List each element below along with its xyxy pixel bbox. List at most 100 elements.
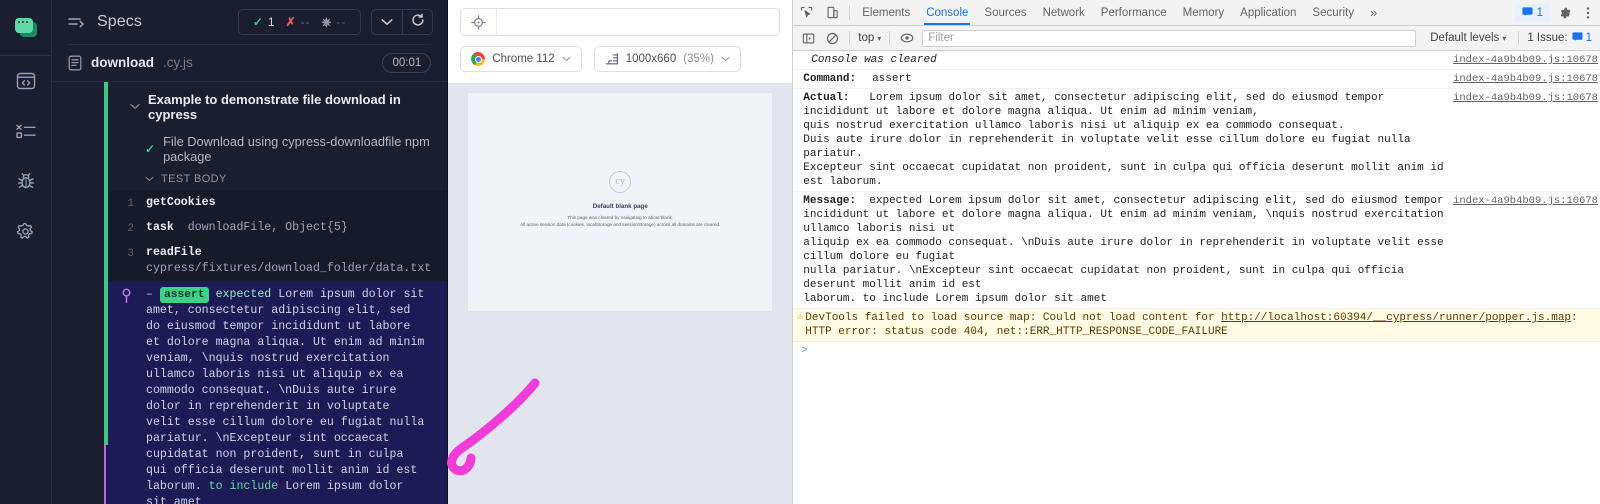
blank-page-line1: This page was cleared by navigating to a…	[567, 214, 674, 220]
chevron-down-icon	[130, 103, 140, 110]
clear-console-icon[interactable]	[821, 27, 843, 49]
tab-performance[interactable]: Performance	[1093, 0, 1175, 25]
console-cleared-text: Console was cleared	[811, 54, 937, 66]
warning-url[interactable]: http://localhost:60394/__cypress/runner/…	[1221, 312, 1571, 324]
console-row-actual[interactable]: Actual: Lorem ipsum dolor sit amet, cons…	[793, 89, 1600, 192]
chevron-down-icon	[381, 13, 393, 31]
spec-duration: 00:01	[382, 52, 432, 73]
command-number: 2	[127, 222, 134, 235]
cypress-logo[interactable]	[0, 0, 51, 56]
restart-button[interactable]	[402, 10, 432, 34]
device-toolbar-icon[interactable]	[819, 0, 845, 25]
app-under-test-panel: Chrome 112 1000x660 (35%) cy Default bla…	[447, 0, 793, 504]
console-sidebar-toggle-icon[interactable]	[797, 27, 819, 49]
cypress-runner: Specs ✓ 1 ✗ -- ⎈ -- download .cy.js 00:0…	[0, 0, 448, 504]
devtools-tabbar: Elements Console Sources Network Perform…	[793, 0, 1600, 26]
refresh-icon	[411, 12, 425, 32]
aut-url-bar-wrap	[448, 0, 793, 36]
tab-sources[interactable]: Sources	[976, 0, 1034, 25]
chevron-down-icon	[145, 176, 154, 182]
aut-iframe: cy Default blank page This page was clea…	[468, 93, 773, 311]
console-source-link[interactable]: index-4a9b4b09.js:10678	[1453, 91, 1600, 105]
sidebar-item-settings[interactable]	[0, 206, 52, 256]
command-name: readFile	[146, 245, 202, 259]
console-row-text: assert	[872, 73, 912, 85]
tab-security[interactable]: Security	[1304, 0, 1362, 25]
collapse-button[interactable]	[372, 10, 402, 34]
tab-application[interactable]: Application	[1232, 0, 1304, 25]
devtools-settings-button[interactable]	[1552, 0, 1576, 25]
gear-icon	[16, 222, 35, 241]
command-row[interactable]: 2 task downloadFile, Object{5}	[104, 215, 448, 241]
command-number: 1	[127, 197, 134, 210]
check-icon: ✓	[145, 141, 156, 156]
tab-label: Network	[1042, 6, 1085, 19]
console-output[interactable]: Console was cleared index-4a9b4b09.js:10…	[793, 51, 1600, 504]
sidebar-item-specs[interactable]	[0, 56, 52, 106]
stat-passed: ✓ 1	[252, 15, 275, 29]
more-tabs-button[interactable]: »	[1362, 0, 1385, 25]
browser-selector[interactable]: Chrome 112	[460, 46, 582, 72]
console-filter-input[interactable]: Filter	[922, 29, 1417, 47]
console-toolbar: top ▾ Filter Default levels ▾ 1 Issue: 1	[793, 26, 1600, 51]
pending-icon: ⎈	[321, 15, 332, 29]
log-levels-selector[interactable]: Default levels ▾	[1424, 32, 1512, 44]
issues-count: 1	[1585, 32, 1592, 44]
runner-body: Example to demonstrate file download in …	[52, 80, 448, 504]
cypress-header: Specs ✓ 1 ✗ -- ⎈ --	[52, 0, 447, 44]
context-selector[interactable]: top ▾	[856, 32, 883, 44]
cypress-sidebar-rail	[0, 0, 52, 504]
console-source-link[interactable]: index-4a9b4b09.js:10678	[1453, 194, 1600, 208]
spec-file-name: download	[91, 55, 154, 71]
console-row-text: expected Lorem ipsum dolor sit amet, con…	[803, 195, 1444, 305]
specs-list-icon	[68, 16, 85, 29]
console-row-command[interactable]: Command: assert index-4a9b4b09.js:10678	[793, 70, 1600, 89]
chrome-icon	[471, 52, 486, 66]
tab-label: Security	[1312, 6, 1354, 19]
aut-url-bar[interactable]	[460, 8, 781, 36]
aut-url-input[interactable]	[497, 16, 780, 28]
viewport-selector[interactable]: 1000x660 (35%)	[593, 46, 741, 72]
command-number: 3	[127, 247, 134, 260]
command-row[interactable]: 1 getCookies	[104, 190, 448, 216]
tab-memory[interactable]: Memory	[1175, 0, 1233, 25]
chevron-down-icon	[721, 54, 730, 64]
selector-playground-icon[interactable]	[461, 9, 498, 35]
console-row-cleared[interactable]: Console was cleared index-4a9b4b09.js:10…	[793, 51, 1600, 70]
command-row[interactable]: 3 readFile cypress/fixtures/download_fol…	[104, 240, 448, 281]
console-source-link[interactable]: index-4a9b4b09.js:10678	[1453, 53, 1600, 67]
tab-label: Memory	[1182, 6, 1225, 19]
message-count-badge[interactable]: 1	[1514, 3, 1550, 22]
sidebar-item-runs[interactable]	[0, 106, 52, 156]
live-expression-icon[interactable]	[896, 27, 918, 49]
spec-file-row[interactable]: download .cy.js 00:01	[52, 45, 447, 81]
issues-label: 1 Issue:	[1527, 32, 1568, 44]
test-stats: ✓ 1 ✗ -- ⎈ --	[237, 9, 362, 35]
test-body-label: TEST BODY	[161, 172, 227, 185]
tab-elements[interactable]: Elements	[854, 0, 918, 25]
tab-label: Sources	[984, 6, 1027, 19]
issues-indicator[interactable]: 1 Issue: 1	[1518, 31, 1596, 45]
sidebar-item-debug[interactable]	[0, 156, 52, 206]
header-button-group	[371, 9, 434, 35]
assertion-dash: –	[146, 287, 153, 301]
browser-label: Chrome 112	[492, 53, 555, 65]
assertion-badge: assert	[159, 286, 209, 303]
devtools-more-menu-button[interactable]	[1576, 0, 1600, 25]
console-row-message[interactable]: Message: expected Lorem ipsum dolor sit …	[793, 192, 1600, 309]
aut-controls: Chrome 112 1000x660 (35%)	[448, 36, 793, 83]
console-prompt[interactable]: >	[793, 342, 1600, 357]
inspect-element-icon[interactable]	[793, 0, 819, 25]
tab-network[interactable]: Network	[1035, 0, 1093, 25]
test-row[interactable]: ✓ File Download using cypress-downloadfi…	[104, 131, 447, 170]
check-icon: ✓	[252, 15, 263, 29]
assertion-row[interactable]: – assert expected Lorem ipsum dolor sit …	[104, 280, 448, 504]
blank-page-line2: All active session data (cookies, localS…	[520, 221, 721, 227]
console-source-link[interactable]: index-4a9b4b09.js:10678	[1453, 72, 1600, 86]
tab-label: Elements	[862, 6, 911, 19]
tab-console[interactable]: Console	[918, 0, 976, 25]
test-body-header[interactable]: TEST BODY	[104, 170, 447, 191]
test-title: File Download using cypress-downloadfile…	[163, 133, 430, 164]
suite-row[interactable]: Example to demonstrate file download in …	[104, 82, 447, 131]
console-row-warning[interactable]: ⚠ DevTools failed to load source map: Co…	[793, 309, 1600, 342]
